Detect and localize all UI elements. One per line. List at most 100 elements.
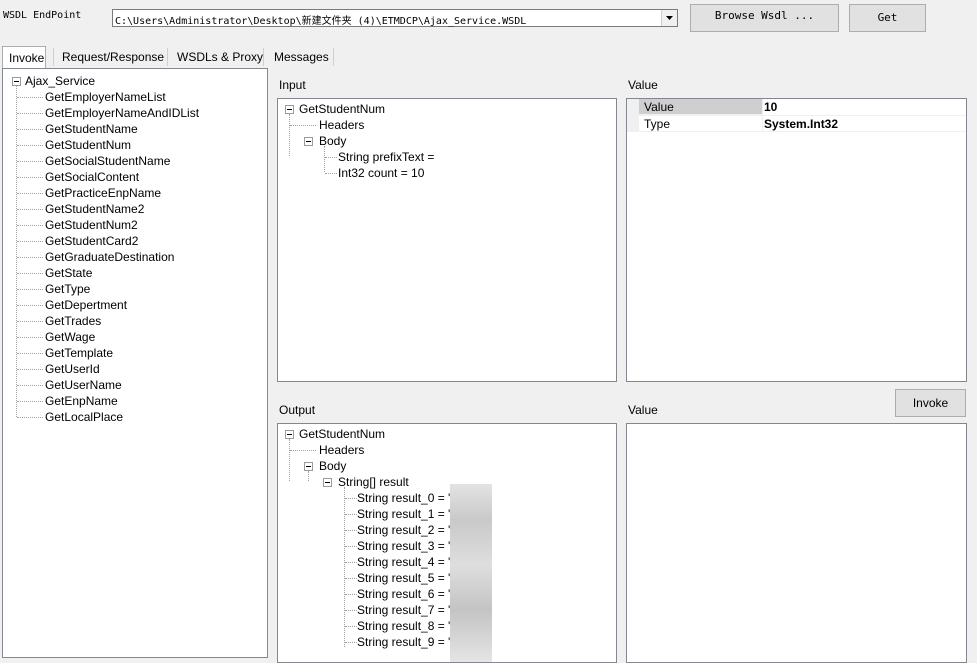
grid-value-type[interactable]: System.Int32	[764, 116, 838, 132]
output-label: Output	[279, 403, 316, 417]
output-result-item[interactable]: String result_4 = '20	[357, 554, 464, 570]
tree-guide-line	[17, 177, 43, 178]
tree-guide-line	[17, 97, 43, 98]
endpoint-combobox[interactable]: C:\Users\Administrator\Desktop\新建文件夹 (4)…	[112, 9, 678, 27]
tree-guide-line	[345, 562, 357, 563]
tree-guide-line	[17, 305, 43, 306]
tree-guide-line	[16, 86, 17, 417]
input-tree[interactable]: GetStudentNum Headers Body String prefix…	[277, 98, 617, 382]
method-item[interactable]: GetSocialContent	[45, 169, 139, 185]
method-item[interactable]: GetEmployerNameList	[45, 89, 166, 105]
browse-wsdl-button[interactable]: Browse Wsdl ...	[690, 4, 839, 32]
grid-margin	[627, 99, 639, 131]
collapse-icon[interactable]	[285, 105, 294, 114]
tree-guide-line	[17, 385, 43, 386]
input-param-node[interactable]: Int32 count = 10	[338, 165, 424, 181]
collapse-icon[interactable]	[285, 430, 294, 439]
method-item[interactable]: GetStudentCard2	[45, 233, 138, 249]
tree-guide-line	[290, 450, 316, 451]
output-result-item[interactable]: String result_5 = '20	[357, 570, 464, 586]
tab-request-response[interactable]: Request/Response	[56, 46, 170, 68]
input-label: Input	[279, 78, 306, 92]
input-value-label: Value	[628, 78, 658, 92]
endpoint-value: C:\Users\Administrator\Desktop\新建文件夹 (4)…	[115, 16, 527, 27]
method-item[interactable]: GetState	[45, 265, 92, 281]
collapse-icon[interactable]	[323, 478, 332, 487]
method-item[interactable]: GetStudentName2	[45, 201, 144, 217]
method-item[interactable]: GetPracticeEnpName	[45, 185, 161, 201]
endpoint-label: WSDL EndPoint	[3, 10, 82, 21]
tree-guide-line	[345, 594, 357, 595]
output-result-item[interactable]: String result_0 = '20	[357, 490, 464, 506]
property-grid[interactable]: Value 10 Type System.Int32	[626, 98, 967, 382]
tree-guide-line	[290, 125, 316, 126]
output-result-item[interactable]: String result_6 = '20	[357, 586, 464, 602]
method-item[interactable]: GetUserId	[45, 361, 100, 377]
grid-value-value[interactable]: 10	[764, 99, 777, 115]
output-result-item[interactable]: String result_2 = '20	[357, 522, 464, 538]
dropdown-button[interactable]	[661, 10, 677, 26]
method-item[interactable]: GetStudentNum	[45, 137, 131, 153]
method-item[interactable]: GetTrades	[45, 313, 101, 329]
grid-name-type: Type	[644, 117, 671, 131]
tree-guide-line	[17, 129, 43, 130]
method-item[interactable]: GetEmployerNameAndIDList	[45, 105, 199, 121]
tree-guide-line	[17, 113, 43, 114]
tab-messages[interactable]: Messages	[268, 46, 335, 68]
method-item[interactable]: GetStudentName	[45, 121, 138, 137]
method-item[interactable]: GetLocalPlace	[45, 409, 123, 425]
tab-wsdls-proxy[interactable]: WSDLs & Proxy	[171, 46, 269, 68]
tree-guide-line	[17, 353, 43, 354]
method-item[interactable]: GetUserName	[45, 377, 122, 393]
input-headers-node[interactable]: Headers	[319, 117, 364, 133]
output-array-node[interactable]: String[] result	[338, 474, 409, 490]
input-param-node[interactable]: String prefixText =	[338, 149, 434, 165]
redacted-area	[450, 484, 492, 662]
tree-guide-line	[17, 257, 43, 258]
output-method-node[interactable]: GetStudentNum	[299, 426, 385, 442]
tree-guide-line	[345, 546, 357, 547]
grid-divider	[762, 99, 763, 132]
tree-guide-line	[17, 225, 43, 226]
collapse-icon[interactable]	[304, 137, 313, 146]
collapse-icon[interactable]	[12, 77, 21, 86]
tab-invoke[interactable]: Invoke	[2, 46, 46, 68]
method-item[interactable]: GetStudentNum2	[45, 217, 138, 233]
output-tree[interactable]: GetStudentNum Headers Body String[] resu…	[277, 423, 617, 663]
output-result-item[interactable]: String result_1 = '20	[357, 506, 464, 522]
tree-guide-line	[345, 530, 357, 531]
output-result-item[interactable]: String result_8 = '20	[357, 618, 464, 634]
tree-guide-line	[289, 439, 290, 481]
method-item[interactable]: GetTemplate	[45, 345, 113, 361]
method-item[interactable]: GetType	[45, 281, 90, 297]
method-item[interactable]: GetGraduateDestination	[45, 249, 174, 265]
output-value-grid[interactable]	[626, 423, 967, 663]
tree-guide-line	[345, 498, 357, 499]
output-result-item[interactable]: String result_3 = '20	[357, 538, 464, 554]
tab-separator	[263, 48, 264, 66]
method-item[interactable]: GetWage	[45, 329, 95, 345]
tree-guide-line	[17, 161, 43, 162]
tree-guide-line	[325, 157, 337, 158]
collapse-icon[interactable]	[304, 462, 313, 471]
grid-name-value: Value	[644, 100, 674, 114]
service-tree[interactable]: Ajax_Service GetEmployerNameList GetEmplo…	[2, 68, 268, 658]
get-button[interactable]: Get	[849, 4, 926, 32]
output-body-node[interactable]: Body	[319, 458, 346, 474]
method-item[interactable]: GetSocialStudentName	[45, 153, 170, 169]
tree-guide-line	[308, 471, 309, 481]
tree-guide-line	[17, 193, 43, 194]
output-result-item[interactable]: String result_7 = '20	[357, 602, 464, 618]
invoke-button[interactable]: Invoke	[895, 389, 966, 417]
tree-guide-line	[17, 401, 43, 402]
output-result-item[interactable]: String result_9 = '20	[357, 634, 464, 650]
method-item[interactable]: GetEnpName	[45, 393, 118, 409]
tree-guide-line	[324, 146, 325, 172]
output-value-label: Value	[628, 403, 658, 417]
tab-separator	[333, 48, 334, 66]
method-item[interactable]: GetDepertment	[45, 297, 127, 313]
input-method-node[interactable]: GetStudentNum	[299, 101, 385, 117]
tree-guide-line	[17, 145, 43, 146]
tree-root[interactable]: Ajax_Service	[25, 73, 95, 89]
output-headers-node[interactable]: Headers	[319, 442, 364, 458]
